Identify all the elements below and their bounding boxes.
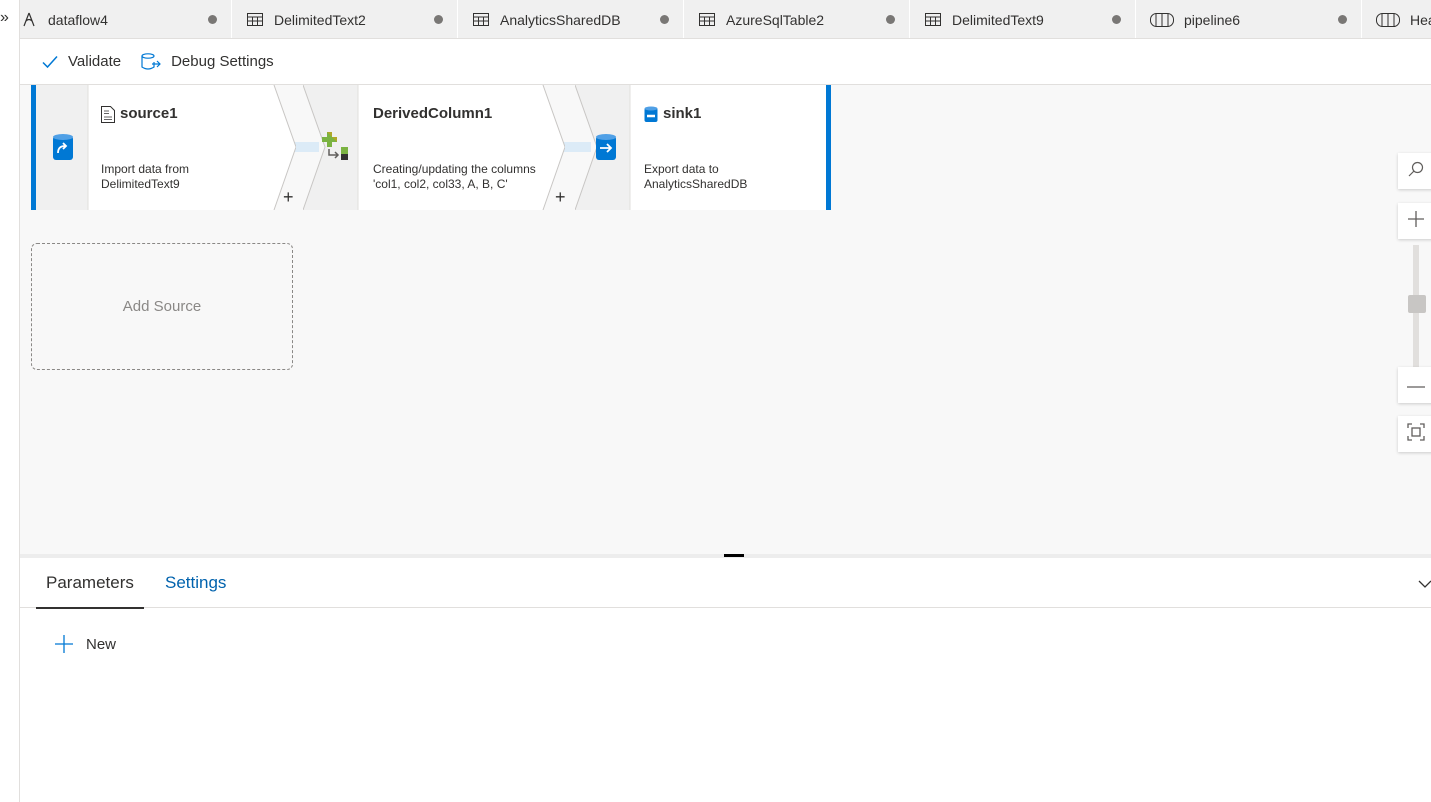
new-parameter-button[interactable]: New [54,634,116,654]
csv-file-icon [101,106,115,123]
collapse-panel-button[interactable] [1418,576,1431,594]
minus-icon [1407,376,1425,394]
validate-label: Validate [68,53,122,70]
tab-label: DelimitedText9 [952,11,1044,28]
unsaved-dot-icon [1112,15,1121,24]
tab-label: pipeline6 [1184,11,1241,28]
pipeline-icon [1376,12,1400,28]
tab-delimitedtext9[interactable]: DelimitedText9 [910,0,1136,38]
source1-desc-line2: DelimitedText9 [101,177,180,191]
tab-dataflow4[interactable]: dataflow4 [20,0,232,38]
table-icon [246,12,264,28]
zoom-slider-thumb[interactable] [1408,295,1426,313]
search-icon [1408,161,1424,182]
unsaved-dot-icon [886,15,895,24]
debug-settings-icon [141,52,161,71]
new-parameter-label: New [86,635,117,653]
checkmark-icon [42,55,58,69]
derivedcolumn1-title[interactable]: DerivedColumn1 [373,105,492,122]
derived-column-icon [320,131,352,161]
expand-chevron-icon[interactable]: » [0,10,9,26]
tab-label: Hea [1410,11,1431,28]
add-transform-button[interactable]: + [555,188,566,206]
debug-settings-button[interactable]: Debug Settings [131,39,284,85]
dataflow-stream: source1 Import data from DelimitedText9 … [31,85,837,210]
tab-label: AnalyticsSharedDB [500,11,621,28]
tab-parameters[interactable]: Parameters [36,558,144,609]
chevron-down-icon [1418,576,1431,593]
search-canvas-button[interactable] [1398,153,1431,189]
tab-azuresqltable2[interactable]: AzureSqlTable2 [684,0,910,38]
table-icon [924,12,942,28]
sink1-desc-line1: Export data to [644,162,719,176]
stream-end-bar [826,85,831,210]
unsaved-dot-icon [434,15,443,24]
sink1-title[interactable]: sink1 [663,105,701,122]
tab-partial[interactable]: Hea [1362,0,1431,38]
tab-delimitedtext2[interactable]: DelimitedText2 [232,0,458,38]
plus-icon [54,634,74,654]
dataflow-icon [20,12,38,28]
properties-panel: Parameters Settings New [20,558,1431,802]
tab-settings[interactable]: Settings [155,558,236,608]
add-transform-button[interactable]: + [283,188,294,206]
tab-parameters-label: Parameters [46,573,134,592]
document-tab-bar: dataflow4 DelimitedText2 AnalyticsShared… [20,0,1431,39]
sink-stream-icon [595,134,617,162]
properties-tab-bar: Parameters Settings [20,558,1431,609]
tab-label: dataflow4 [48,11,108,28]
fit-to-screen-icon [1407,422,1425,446]
sink1-desc-line2: AnalyticsSharedDB [644,177,748,191]
data-factory-editor: » dataflow4 DelimitedText2 AnalyticsShar… [0,0,1431,802]
zoom-in-button[interactable] [1398,203,1431,239]
debug-settings-label: Debug Settings [171,53,274,70]
zoom-out-button[interactable] [1398,367,1431,403]
dataflow-canvas[interactable]: source1 Import data from DelimitedText9 … [20,85,1431,555]
tab-pipeline6[interactable]: pipeline6 [1136,0,1362,38]
add-source-button[interactable]: Add Source [31,243,293,370]
unsaved-dot-icon [1338,15,1347,24]
source-stream-icon [52,134,74,162]
source1-desc-line1: Import data from [101,162,190,176]
tab-analyticsshareddb[interactable]: AnalyticsSharedDB [458,0,684,38]
derivedcolumn1-desc-line1: Creating/updating the columns [373,162,536,176]
sql-database-icon [644,106,658,123]
validate-button[interactable]: Validate [32,39,131,85]
source1-title[interactable]: source1 [120,105,178,122]
tab-label: AzureSqlTable2 [726,11,825,28]
pipeline-icon [1150,12,1174,28]
plus-icon [1407,210,1425,233]
splitter-grip-icon[interactable] [724,554,744,557]
tab-settings-label: Settings [165,573,227,592]
unsaved-dot-icon [208,15,217,24]
unsaved-dot-icon [660,15,669,24]
editor-toolbar: Validate Debug Settings [20,39,1431,85]
fit-to-screen-button[interactable] [1398,416,1431,452]
table-icon [698,12,716,28]
tab-label: DelimitedText2 [274,11,366,28]
table-icon [472,12,490,28]
left-gutter: » [0,0,20,802]
derivedcolumn1-desc-line2: 'col1, col2, col33, A, B, C' [373,177,508,191]
